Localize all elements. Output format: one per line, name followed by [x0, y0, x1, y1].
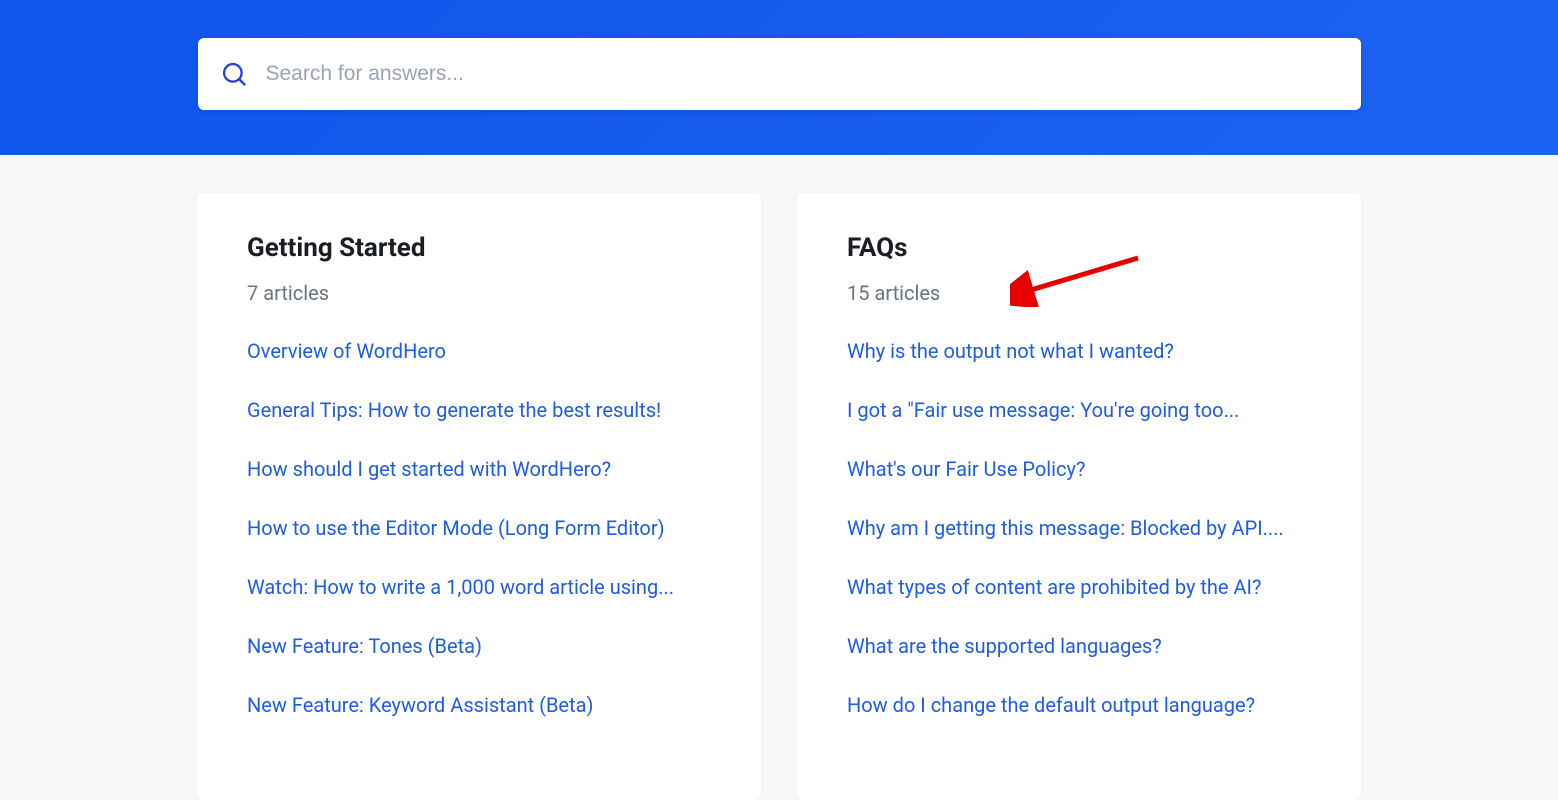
article-link[interactable]: General Tips: How to generate the best r… [247, 398, 661, 422]
content-area: Getting Started 7 articles Overview of W… [0, 155, 1558, 800]
article-link[interactable]: New Feature: Tones (Beta) [247, 634, 482, 658]
article-item: Watch: How to write a 1,000 word article… [247, 573, 711, 601]
article-item: Why am I getting this message: Blocked b… [847, 514, 1311, 542]
article-link[interactable]: How should I get started with WordHero? [247, 457, 611, 481]
hero-banner [0, 0, 1558, 155]
article-item: I got a "Fair use message: You're going … [847, 396, 1311, 424]
article-item: General Tips: How to generate the best r… [247, 396, 711, 424]
article-link[interactable]: Why am I getting this message: Blocked b… [847, 516, 1284, 540]
card-title: Getting Started [247, 233, 711, 263]
article-item: Overview of WordHero [247, 337, 711, 365]
article-link[interactable]: I got a "Fair use message: You're going … [847, 398, 1239, 422]
article-item: What are the supported languages? [847, 632, 1311, 660]
article-link[interactable]: What's our Fair Use Policy? [847, 457, 1085, 481]
card-faqs: FAQs 15 articles Why is the output not w… [797, 193, 1361, 800]
article-link[interactable]: Watch: How to write a 1,000 word article… [247, 575, 674, 599]
card-title: FAQs [847, 233, 1311, 263]
search-icon [220, 60, 248, 88]
card-article-count: 7 articles [247, 281, 711, 305]
article-list: Why is the output not what I wanted? I g… [847, 337, 1311, 719]
card-getting-started: Getting Started 7 articles Overview of W… [197, 193, 761, 800]
card-article-count: 15 articles [847, 281, 1311, 305]
article-item: How to use the Editor Mode (Long Form Ed… [247, 514, 711, 542]
article-item: New Feature: Keyword Assistant (Beta) [247, 691, 711, 719]
article-link[interactable]: How to use the Editor Mode (Long Form Ed… [247, 516, 665, 540]
article-item: What's our Fair Use Policy? [847, 455, 1311, 483]
search-input[interactable] [266, 62, 1339, 86]
article-link[interactable]: Overview of WordHero [247, 339, 446, 363]
article-link[interactable]: New Feature: Keyword Assistant (Beta) [247, 693, 593, 717]
article-link[interactable]: What are the supported languages? [847, 634, 1162, 658]
article-item: How should I get started with WordHero? [247, 455, 711, 483]
article-item: Why is the output not what I wanted? [847, 337, 1311, 365]
article-link[interactable]: How do I change the default output langu… [847, 693, 1255, 717]
article-item: What types of content are prohibited by … [847, 573, 1311, 601]
article-link[interactable]: What types of content are prohibited by … [847, 575, 1261, 599]
article-item: How do I change the default output langu… [847, 691, 1311, 719]
article-link[interactable]: Why is the output not what I wanted? [847, 339, 1174, 363]
search-container[interactable] [198, 38, 1361, 110]
article-item: New Feature: Tones (Beta) [247, 632, 711, 660]
article-list: Overview of WordHero General Tips: How t… [247, 337, 711, 719]
